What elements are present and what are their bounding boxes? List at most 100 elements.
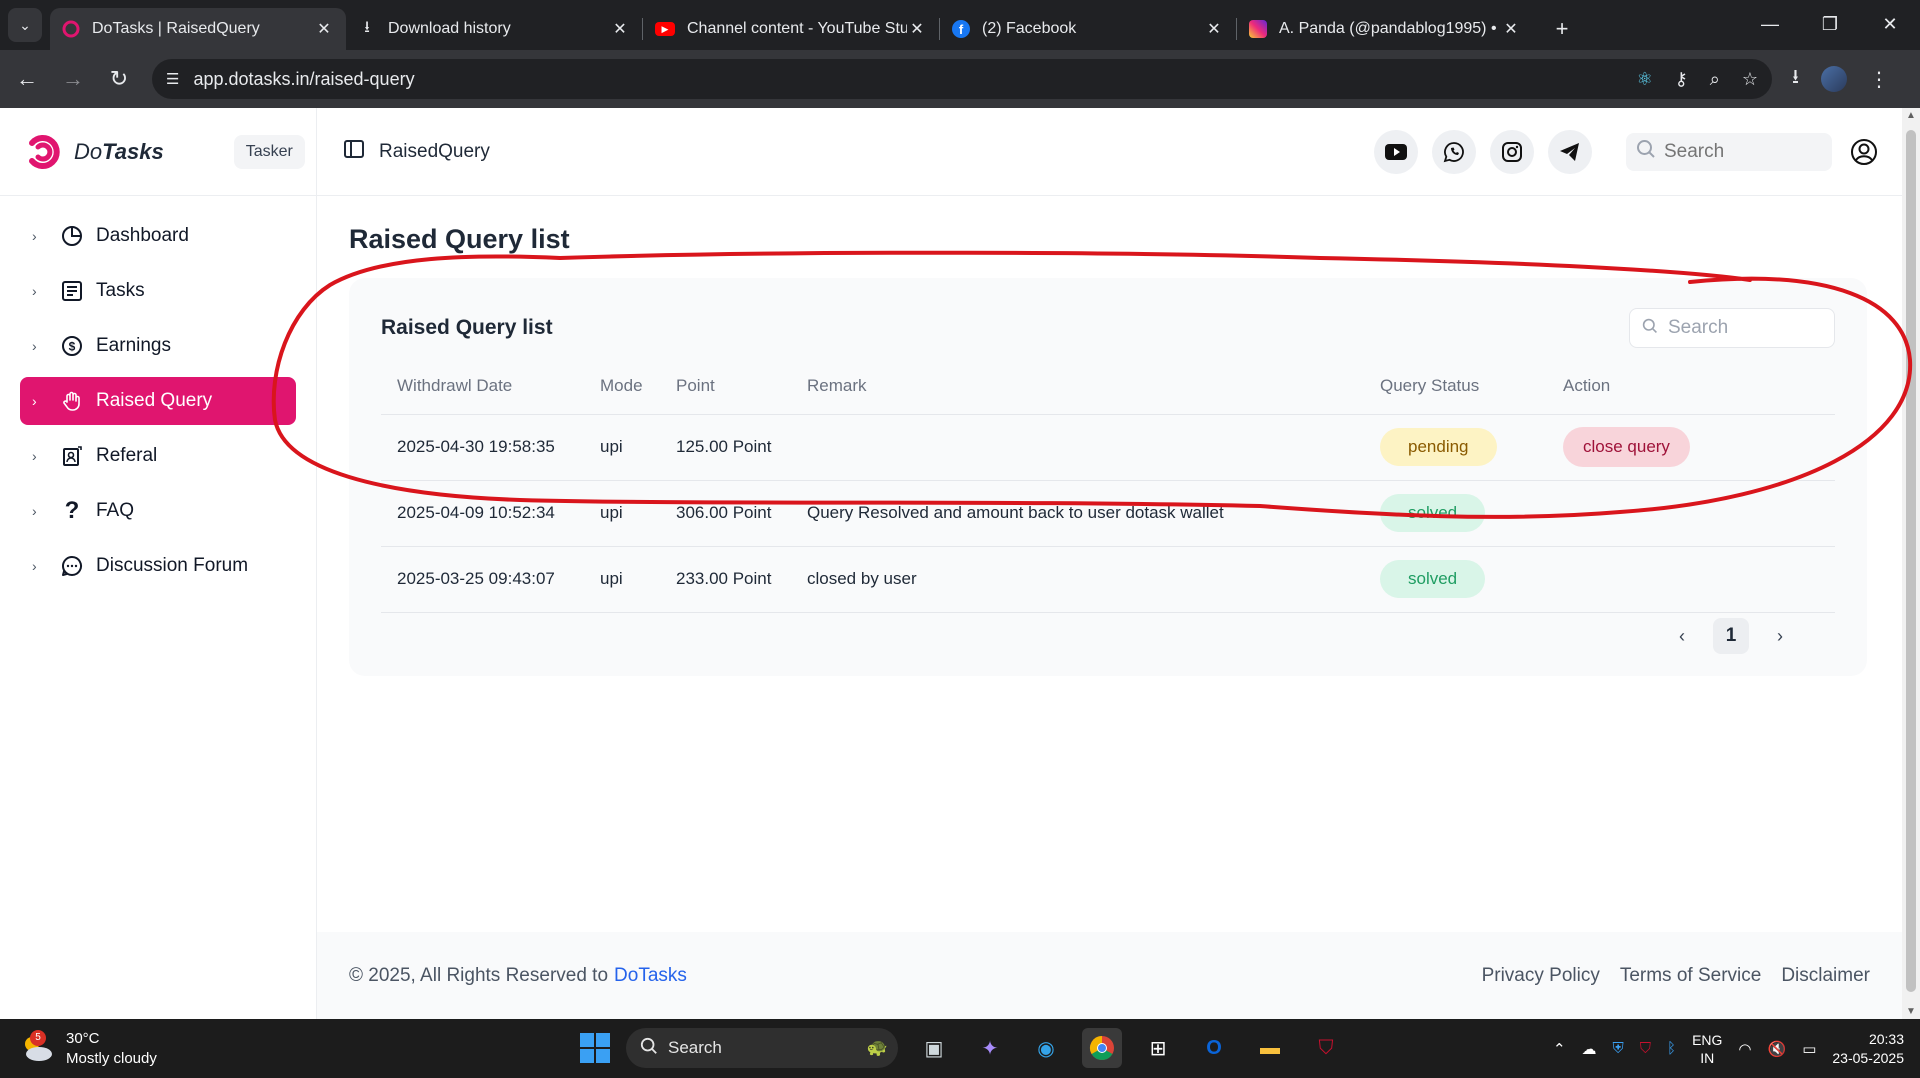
chrome-icon[interactable] — [1082, 1028, 1122, 1068]
downloads-icon[interactable]: ⭳ — [1792, 62, 1799, 96]
column-header-action[interactable]: Action — [1547, 358, 1835, 415]
tab-close-icon[interactable]: ✕ — [610, 19, 630, 39]
address-bar[interactable]: ☰ app.dotasks.in/raised-query ⚛ ⚷ ⌕ ☆ — [152, 59, 1772, 99]
new-tab-button[interactable]: + — [1547, 16, 1577, 42]
table-search[interactable] — [1629, 308, 1835, 348]
sidebar-item-referal[interactable]: › Referal — [20, 432, 296, 480]
react-devtools-icon[interactable]: ⚛ — [1636, 69, 1652, 90]
chevron-right-icon: › — [32, 558, 37, 574]
tab-close-icon[interactable]: ✕ — [314, 19, 334, 39]
privacy-policy-link[interactable]: Privacy Policy — [1482, 965, 1600, 987]
cell-status: pending — [1364, 414, 1547, 481]
clock[interactable]: 20:33 23-05-2025 — [1832, 1030, 1904, 1068]
battery-icon[interactable]: ▭ — [1802, 1040, 1816, 1058]
brand-name[interactable]: DoTasks — [74, 139, 164, 165]
column-header-remark[interactable]: Remark — [791, 358, 1364, 415]
header-search[interactable] — [1626, 132, 1832, 171]
minimize-icon[interactable]: — — [1740, 0, 1800, 48]
restore-icon[interactable]: ❐ — [1800, 0, 1860, 48]
edge-icon[interactable]: ◉ — [1026, 1028, 1066, 1068]
footer-brand-link[interactable]: DoTasks — [614, 965, 687, 987]
page-number[interactable]: 1 — [1713, 618, 1749, 654]
column-header-mode[interactable]: Mode — [584, 358, 660, 415]
browser-menu-icon[interactable]: ⋮ — [1869, 67, 1889, 92]
profile-avatar[interactable] — [1821, 66, 1847, 92]
close-window-icon[interactable]: ✕ — [1860, 0, 1920, 48]
store-icon[interactable]: ⊞ — [1138, 1028, 1178, 1068]
table-search-input[interactable] — [1668, 317, 1818, 339]
url-text[interactable]: app.dotasks.in/raised-query — [193, 69, 1636, 90]
cell-remark — [791, 414, 1364, 481]
defender-icon[interactable]: ⛨ — [1613, 1040, 1624, 1057]
chevron-right-icon: › — [32, 283, 37, 299]
bluetooth-icon[interactable]: ᛒ — [1667, 1040, 1676, 1057]
mcafee-tray-icon[interactable]: ⛉ — [1640, 1040, 1651, 1057]
sidebar-toggle-icon[interactable] — [343, 138, 365, 165]
disclaimer-link[interactable]: Disclaimer — [1781, 965, 1870, 987]
outlook-icon[interactable]: O — [1194, 1028, 1234, 1068]
footer: © 2025, All Rights Reserved to DoTasks P… — [317, 932, 1902, 1019]
site-info-icon[interactable]: ☰ — [166, 70, 179, 88]
user-account-icon[interactable] — [1850, 138, 1878, 166]
tab-facebook[interactable]: f (2) Facebook ✕ — [940, 8, 1236, 50]
tab-dotasks[interactable]: DoTasks | RaisedQuery ✕ — [50, 8, 346, 50]
language-indicator[interactable]: ENG IN — [1692, 1031, 1722, 1067]
telegram-icon[interactable] — [1548, 129, 1592, 174]
taskbar-search[interactable]: Search 🐢 — [626, 1028, 898, 1068]
tab-instagram[interactable]: A. Panda (@pandablog1995) • Instagram ✕ — [1237, 8, 1533, 50]
task-view-icon[interactable]: ▣ — [914, 1028, 954, 1068]
column-header-point[interactable]: Point — [660, 358, 791, 415]
chevron-up-icon[interactable]: ⌃ — [1553, 1040, 1566, 1058]
tab-download-history[interactable]: ⭳ Download history ✕ — [346, 8, 642, 50]
sidebar-item-raised-query[interactable]: › Raised Query — [20, 377, 296, 425]
column-header-status[interactable]: Query Status — [1364, 358, 1547, 415]
role-badge: Tasker — [233, 134, 305, 169]
copilot-icon[interactable]: ✦ — [970, 1028, 1010, 1068]
whatsapp-icon[interactable] — [1432, 129, 1476, 174]
weather-widget[interactable]: 5 30°C Mostly cloudy — [20, 1029, 157, 1069]
mcafee-icon[interactable]: ⛉ — [1306, 1028, 1346, 1068]
close-query-button[interactable]: close query — [1563, 427, 1690, 467]
onedrive-icon[interactable]: ☁ — [1582, 1040, 1597, 1058]
sidebar-item-discussion-forum[interactable]: › Discussion Forum — [20, 542, 296, 590]
terms-of-service-link[interactable]: Terms of Service — [1620, 965, 1761, 987]
sidebar-item-earnings[interactable]: › $ Earnings — [20, 322, 296, 370]
next-page-icon[interactable]: › — [1771, 626, 1789, 647]
sidebar-menu: › Dashboard › Tasks › $ Earnings › Raise… — [0, 196, 316, 590]
wifi-icon[interactable]: ◠ — [1738, 1040, 1751, 1058]
windows-start-icon[interactable] — [580, 1033, 610, 1063]
sidebar-item-dashboard[interactable]: › Dashboard — [20, 212, 296, 260]
tab-close-icon[interactable]: ✕ — [1501, 19, 1521, 39]
password-key-icon[interactable]: ⚷ — [1675, 69, 1688, 90]
reload-icon[interactable]: ↻ — [100, 66, 138, 92]
top-header: RaisedQuery — [317, 108, 1902, 196]
bookmark-star-icon[interactable]: ☆ — [1742, 69, 1758, 90]
back-icon[interactable]: ← — [8, 66, 46, 92]
youtube-icon[interactable] — [1374, 129, 1418, 174]
sidebar-item-faq[interactable]: › ? FAQ — [20, 487, 296, 535]
cell-action — [1547, 480, 1835, 547]
scroll-down-icon[interactable]: ▼ — [1902, 1006, 1920, 1017]
prev-page-icon[interactable]: ‹ — [1673, 626, 1691, 647]
tab-title: Channel content - YouTube Studio — [687, 20, 907, 37]
header-search-input[interactable] — [1664, 140, 1814, 163]
column-header-date[interactable]: Withdrawl Date — [381, 358, 584, 415]
table-row: 2025-04-30 19:58:35 upi 125.00 Point pen… — [381, 414, 1835, 481]
mute-icon[interactable]: 🔇 — [1768, 1040, 1787, 1058]
page-scrollbar[interactable]: ▲ ▼ — [1902, 108, 1920, 1019]
tab-close-icon[interactable]: ✕ — [1204, 19, 1224, 39]
sidebar-item-tasks[interactable]: › Tasks — [20, 267, 296, 315]
zoom-icon[interactable]: ⌕ — [1710, 69, 1720, 90]
tab-close-icon[interactable]: ✕ — [907, 19, 927, 39]
tab-youtube-studio[interactable]: ▶ Channel content - YouTube Studio ✕ — [643, 8, 939, 50]
chevron-right-icon: › — [32, 393, 37, 409]
instagram-icon[interactable] — [1490, 129, 1534, 174]
file-explorer-icon[interactable]: ▬ — [1250, 1028, 1290, 1068]
chat-icon — [60, 554, 84, 578]
forward-icon[interactable]: → — [54, 66, 92, 92]
scrollbar-thumb[interactable] — [1906, 130, 1916, 992]
cloudy-weather-icon: 5 — [20, 1029, 54, 1064]
tab-search-button[interactable]: ⌄ — [8, 8, 42, 42]
dotasks-logo-icon[interactable] — [24, 131, 66, 173]
scroll-up-icon[interactable]: ▲ — [1902, 110, 1920, 121]
